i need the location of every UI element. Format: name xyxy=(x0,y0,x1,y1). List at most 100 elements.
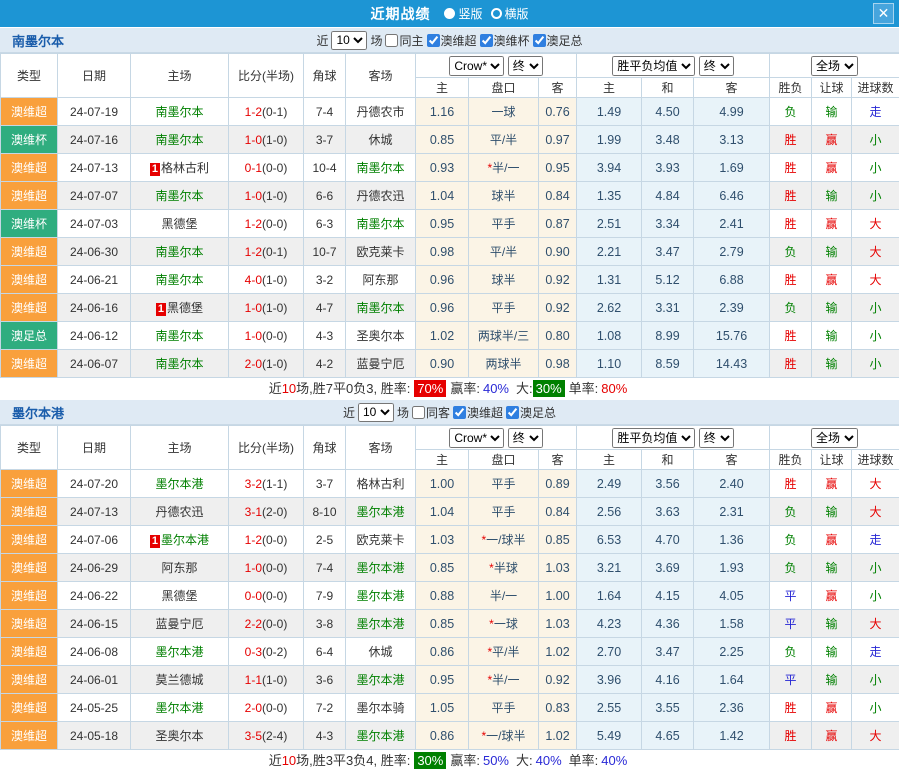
col-header-corner: 角球 xyxy=(304,54,346,98)
odds-time-select[interactable]: 终 xyxy=(508,56,543,76)
away-team: 南墨尔本 xyxy=(346,154,416,182)
handicap: 半/一 xyxy=(469,582,539,610)
corners: 3-7 xyxy=(304,126,346,154)
match-count-select[interactable]: 10 xyxy=(331,31,367,50)
vertical-layout-label[interactable]: 竖版 xyxy=(458,5,482,22)
league-badge: 澳维杯 xyxy=(1,210,58,238)
corners: 4-3 xyxy=(304,322,346,350)
result-goals: 大 xyxy=(852,610,899,638)
match-date: 24-06-29 xyxy=(58,554,131,582)
team-name: 墨尔本港 xyxy=(12,403,64,422)
score: 1-0(0-0) xyxy=(229,554,304,582)
horizontal-layout-radio[interactable] xyxy=(491,8,502,19)
summary-stat-value: 80% xyxy=(598,380,630,397)
avg-time-select[interactable]: 终 xyxy=(699,428,734,448)
league-filter-checkbox-label[interactable]: 澳维超 xyxy=(427,32,477,49)
result-goals: 小 xyxy=(852,350,899,378)
corners: 7-4 xyxy=(304,98,346,126)
close-button[interactable]: ✕ xyxy=(873,3,894,24)
avg-away: 15.76 xyxy=(694,322,770,350)
league-badge: 澳维超 xyxy=(1,238,58,266)
avg-away: 2.25 xyxy=(694,638,770,666)
result-handicap: 赢 xyxy=(812,154,852,182)
avg-type-select[interactable]: 胜平负均值 xyxy=(612,428,695,448)
same-venue-checkbox[interactable] xyxy=(412,406,425,419)
avg-away: 6.46 xyxy=(694,182,770,210)
odds-time-select[interactable]: 终 xyxy=(508,428,543,448)
result-goals: 走 xyxy=(852,638,899,666)
corners: 3-8 xyxy=(304,610,346,638)
odds-company-select[interactable]: Crow* xyxy=(449,428,504,448)
league-filter-checkbox[interactable] xyxy=(506,406,519,419)
match-row: 澳维超24-07-07南墨尔本1-0(1-0)6-6丹德农迅1.04球半0.84… xyxy=(1,182,899,210)
avg-draw: 3.63 xyxy=(642,498,694,526)
league-filter-checkbox-label[interactable]: 澳足总 xyxy=(506,404,556,421)
same-venue-checkbox-label[interactable]: 同主 xyxy=(385,32,423,49)
score: 1-0(1-0) xyxy=(229,126,304,154)
result-wdl: 胜 xyxy=(770,154,812,182)
score: 2-0(0-0) xyxy=(229,694,304,722)
handicap: 两球半/三 xyxy=(469,322,539,350)
table-header: 类型 日期 主场 比分(半场) 角球 客场 Crow* 终 胜平负均值 终 全场 xyxy=(1,426,899,470)
corners: 4-7 xyxy=(304,294,346,322)
sub-header-let: 让球 xyxy=(812,78,852,98)
result-goals: 小 xyxy=(852,294,899,322)
league-filter-checkbox[interactable] xyxy=(453,406,466,419)
vertical-layout-radio[interactable] xyxy=(444,8,455,19)
away-team: 丹德农迅 xyxy=(346,182,416,210)
avg-away: 1.58 xyxy=(694,610,770,638)
scope-select[interactable]: 全场 xyxy=(811,56,858,76)
league-filter-checkbox-label[interactable]: 澳维杯 xyxy=(480,32,530,49)
avg-time-select[interactable]: 终 xyxy=(699,56,734,76)
summary-stat-value: 40% xyxy=(480,380,512,397)
summary-text: 10 xyxy=(282,381,296,396)
avg-home: 6.53 xyxy=(577,526,642,554)
summary-stat: 单率:80% xyxy=(569,381,631,396)
league-filter-checkbox[interactable] xyxy=(480,34,493,47)
handicap: *一/球半 xyxy=(469,526,539,554)
handicap: 平手 xyxy=(469,294,539,322)
match-row: 澳维超24-06-08墨尔本港0-3(0-2)6-4休城0.86*平/半1.02… xyxy=(1,638,899,666)
horizontal-layout-label[interactable]: 横版 xyxy=(505,5,529,22)
corners: 7-2 xyxy=(304,694,346,722)
result-goals: 小 xyxy=(852,582,899,610)
match-row: 澳维超24-05-18圣奥尔本3-5(2-4)4-3墨尔本港0.86*一/球半1… xyxy=(1,722,899,750)
same-venue-checkbox-label[interactable]: 同客 xyxy=(412,404,450,421)
corners: 3-6 xyxy=(304,666,346,694)
away-team: 阿东那 xyxy=(346,266,416,294)
league-badge: 澳维超 xyxy=(1,722,58,750)
corners: 6-3 xyxy=(304,210,346,238)
summary-stat: 单率:40% xyxy=(569,753,631,768)
league-filter-checkbox[interactable] xyxy=(427,34,440,47)
near-label: 近 xyxy=(343,404,355,421)
result-goals: 小 xyxy=(852,322,899,350)
league-filter-checkbox-label[interactable]: 澳足总 xyxy=(533,32,583,49)
league-filter-checkbox[interactable] xyxy=(533,34,546,47)
titlebar: 近期战绩 竖版 横版 ✕ xyxy=(0,0,899,27)
result-wdl: 负 xyxy=(770,498,812,526)
away-odds: 1.02 xyxy=(539,722,577,750)
match-date: 24-07-19 xyxy=(58,98,131,126)
match-date: 24-07-13 xyxy=(58,154,131,182)
col-header-type: 类型 xyxy=(1,54,58,98)
league-badge: 澳足总 xyxy=(1,322,58,350)
scope-select[interactable]: 全场 xyxy=(811,428,858,448)
league-badge: 澳维超 xyxy=(1,694,58,722)
window-title: 近期战绩 xyxy=(370,4,430,24)
sub-header-goals: 进球数 xyxy=(852,78,899,98)
sub-header-wdl: 胜负 xyxy=(770,78,812,98)
avg-draw: 3.55 xyxy=(642,694,694,722)
home-odds: 1.03 xyxy=(416,526,469,554)
avg-away: 1.36 xyxy=(694,526,770,554)
match-count-select[interactable]: 10 xyxy=(358,403,394,422)
match-date: 24-06-30 xyxy=(58,238,131,266)
col-header-home: 主场 xyxy=(131,426,229,470)
summary-stat-value: 30% xyxy=(414,752,446,769)
results-table: 类型 日期 主场 比分(半场) 角球 客场 Crow* 终 胜平负均值 终 全场 xyxy=(0,53,899,378)
same-venue-checkbox[interactable] xyxy=(385,34,398,47)
odds-company-select[interactable]: Crow* xyxy=(449,56,504,76)
odds-group-header: Crow* 终 xyxy=(416,54,577,78)
avg-type-select[interactable]: 胜平负均值 xyxy=(612,56,695,76)
home-team: 黑德堡 xyxy=(131,582,229,610)
league-filter-checkbox-label[interactable]: 澳维超 xyxy=(453,404,503,421)
